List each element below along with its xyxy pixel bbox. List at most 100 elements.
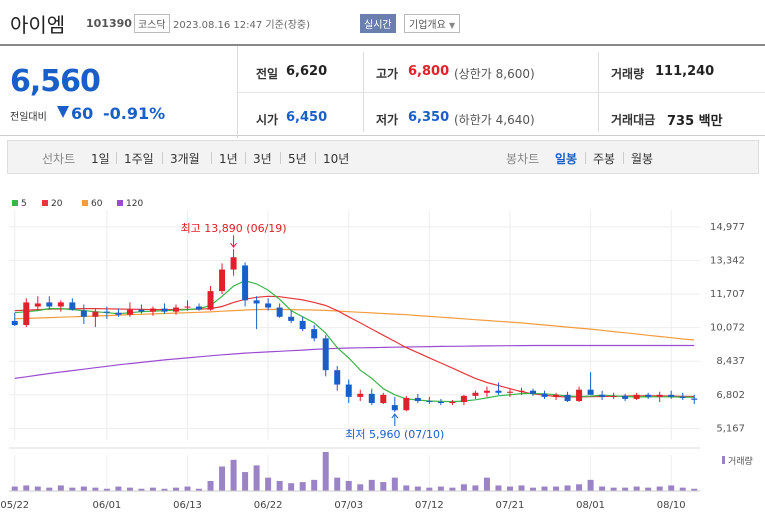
- volume-bar: [449, 487, 456, 491]
- volume-bar: [184, 486, 191, 491]
- change-label: 전일대비: [10, 112, 47, 123]
- volume-bar: [437, 486, 444, 491]
- volume-bar: [69, 487, 76, 491]
- candle-body: [172, 307, 179, 312]
- volume-bar: [472, 485, 479, 491]
- separator: [280, 152, 281, 164]
- candle-body: [414, 397, 421, 401]
- chart-toolbar: 선차트 1일 1주일 3개월 1년 3년 5년 10년 봉차트 일봉 주봉 월봉: [7, 140, 759, 174]
- candle-body: [449, 402, 456, 404]
- volume-bar: [34, 486, 41, 491]
- prev-close-value: 6,620: [286, 64, 328, 79]
- volume-bar: [322, 452, 329, 491]
- volume-bar: [368, 479, 375, 491]
- candle-body: [576, 389, 583, 401]
- volume-bar: [656, 486, 663, 491]
- volume-bar: [668, 485, 675, 491]
- company-info-dropdown[interactable]: 기업개요 ▼: [404, 14, 461, 33]
- candle-body: [495, 390, 502, 393]
- y-tick-label: 6,802: [716, 390, 745, 401]
- candle-body: [587, 389, 594, 395]
- moving-average-ma5: [14, 280, 695, 403]
- period-1y[interactable]: 1년: [219, 150, 238, 167]
- volume-bar: [483, 477, 490, 491]
- candle-body: [622, 395, 629, 399]
- legend-swatch: [42, 200, 48, 206]
- change-value: 60: [71, 104, 94, 123]
- volume-bar: [126, 487, 133, 491]
- volume-bar: [553, 486, 560, 491]
- low-label: 저가: [376, 113, 399, 127]
- volume-bar: [564, 485, 571, 491]
- volume-bar: [599, 486, 606, 491]
- candle-body: [368, 393, 375, 404]
- period-10y[interactable]: 10년: [323, 150, 349, 167]
- x-tick-label: 07/12: [415, 500, 444, 511]
- volume-bar: [576, 484, 583, 491]
- volume-bar: [276, 480, 283, 491]
- x-tick-label: 06/22: [254, 500, 283, 511]
- period-1d[interactable]: 1일: [91, 150, 110, 167]
- candle-body: [103, 311, 110, 313]
- separator: [162, 152, 163, 164]
- volume-bar: [426, 487, 433, 491]
- volume-bar: [530, 487, 537, 491]
- candlestick-chart: 5 20 60 120 14,977 13,342 11,707 10,072 8,437 6,8…: [0, 199, 753, 511]
- volume-bar: [92, 487, 99, 491]
- chevron-down-icon: ▼: [449, 21, 456, 30]
- volume-bar: [299, 482, 306, 491]
- y-tick-label: 8,437: [716, 356, 745, 367]
- prev-close-label: 전일: [256, 67, 279, 81]
- candle-weekly[interactable]: 주봉: [593, 150, 615, 167]
- candle-body: [23, 302, 30, 325]
- candle-body: [599, 394, 606, 397]
- volume-bar: [219, 466, 226, 491]
- candle-body: [265, 303, 272, 308]
- volume-label: 거래량: [611, 67, 645, 81]
- candle-body: [334, 370, 341, 385]
- period-1w[interactable]: 1주일: [124, 150, 154, 167]
- volume-bar: [288, 483, 295, 491]
- candle-body: [656, 394, 663, 397]
- period-5y[interactable]: 5년: [288, 150, 307, 167]
- line-chart-label: 선차트: [42, 152, 76, 166]
- realtime-button[interactable]: 실시간: [360, 14, 396, 33]
- price-summary: 6,560 전일대비 60 -0.91% 전일 6,620 시가 6,450 고…: [0, 44, 765, 138]
- legend-swatch: [12, 200, 18, 206]
- legend-swatch: [117, 200, 123, 206]
- volume-bar: [403, 485, 410, 491]
- candle-body: [196, 306, 203, 310]
- candle-body: [115, 312, 122, 315]
- min-annotation: 최저 5,960 (07/10): [345, 428, 444, 441]
- x-tick-label: 06/01: [92, 500, 121, 511]
- amount-label: 거래대금: [611, 113, 656, 127]
- volume-bar: [242, 472, 249, 491]
- volume-bar: [11, 486, 18, 491]
- down-arrow-icon: [57, 106, 69, 118]
- candle-body: [46, 302, 53, 307]
- current-price: 6,560: [10, 64, 101, 99]
- candle-body: [253, 300, 260, 304]
- candle-body: [311, 329, 318, 339]
- volume-bar: [587, 479, 594, 491]
- low-value: 6,350: [408, 110, 450, 125]
- volume-bar: [518, 485, 525, 491]
- period-3y[interactable]: 3년: [253, 150, 272, 167]
- candle-monthly[interactable]: 월봉: [631, 150, 653, 167]
- x-tick-label: 07/21: [496, 500, 525, 511]
- volume-legend-label: 거래량: [728, 455, 753, 467]
- lower-limit: (하한가 4,640): [454, 113, 535, 127]
- x-tick-label: 08/01: [576, 500, 605, 511]
- candle-daily[interactable]: 일봉: [555, 150, 577, 167]
- volume-value: 111,240: [655, 64, 715, 79]
- candle-body: [553, 394, 560, 397]
- separator: [211, 152, 212, 164]
- stock-name: 아이엠: [10, 13, 66, 37]
- volume-bar: [357, 484, 364, 491]
- stock-code: 101390: [86, 17, 132, 30]
- volume-bar: [46, 487, 53, 491]
- separator: [315, 152, 316, 164]
- volume-bar: [622, 487, 629, 491]
- candle-body: [391, 405, 398, 411]
- period-3m[interactable]: 3개월: [170, 150, 200, 167]
